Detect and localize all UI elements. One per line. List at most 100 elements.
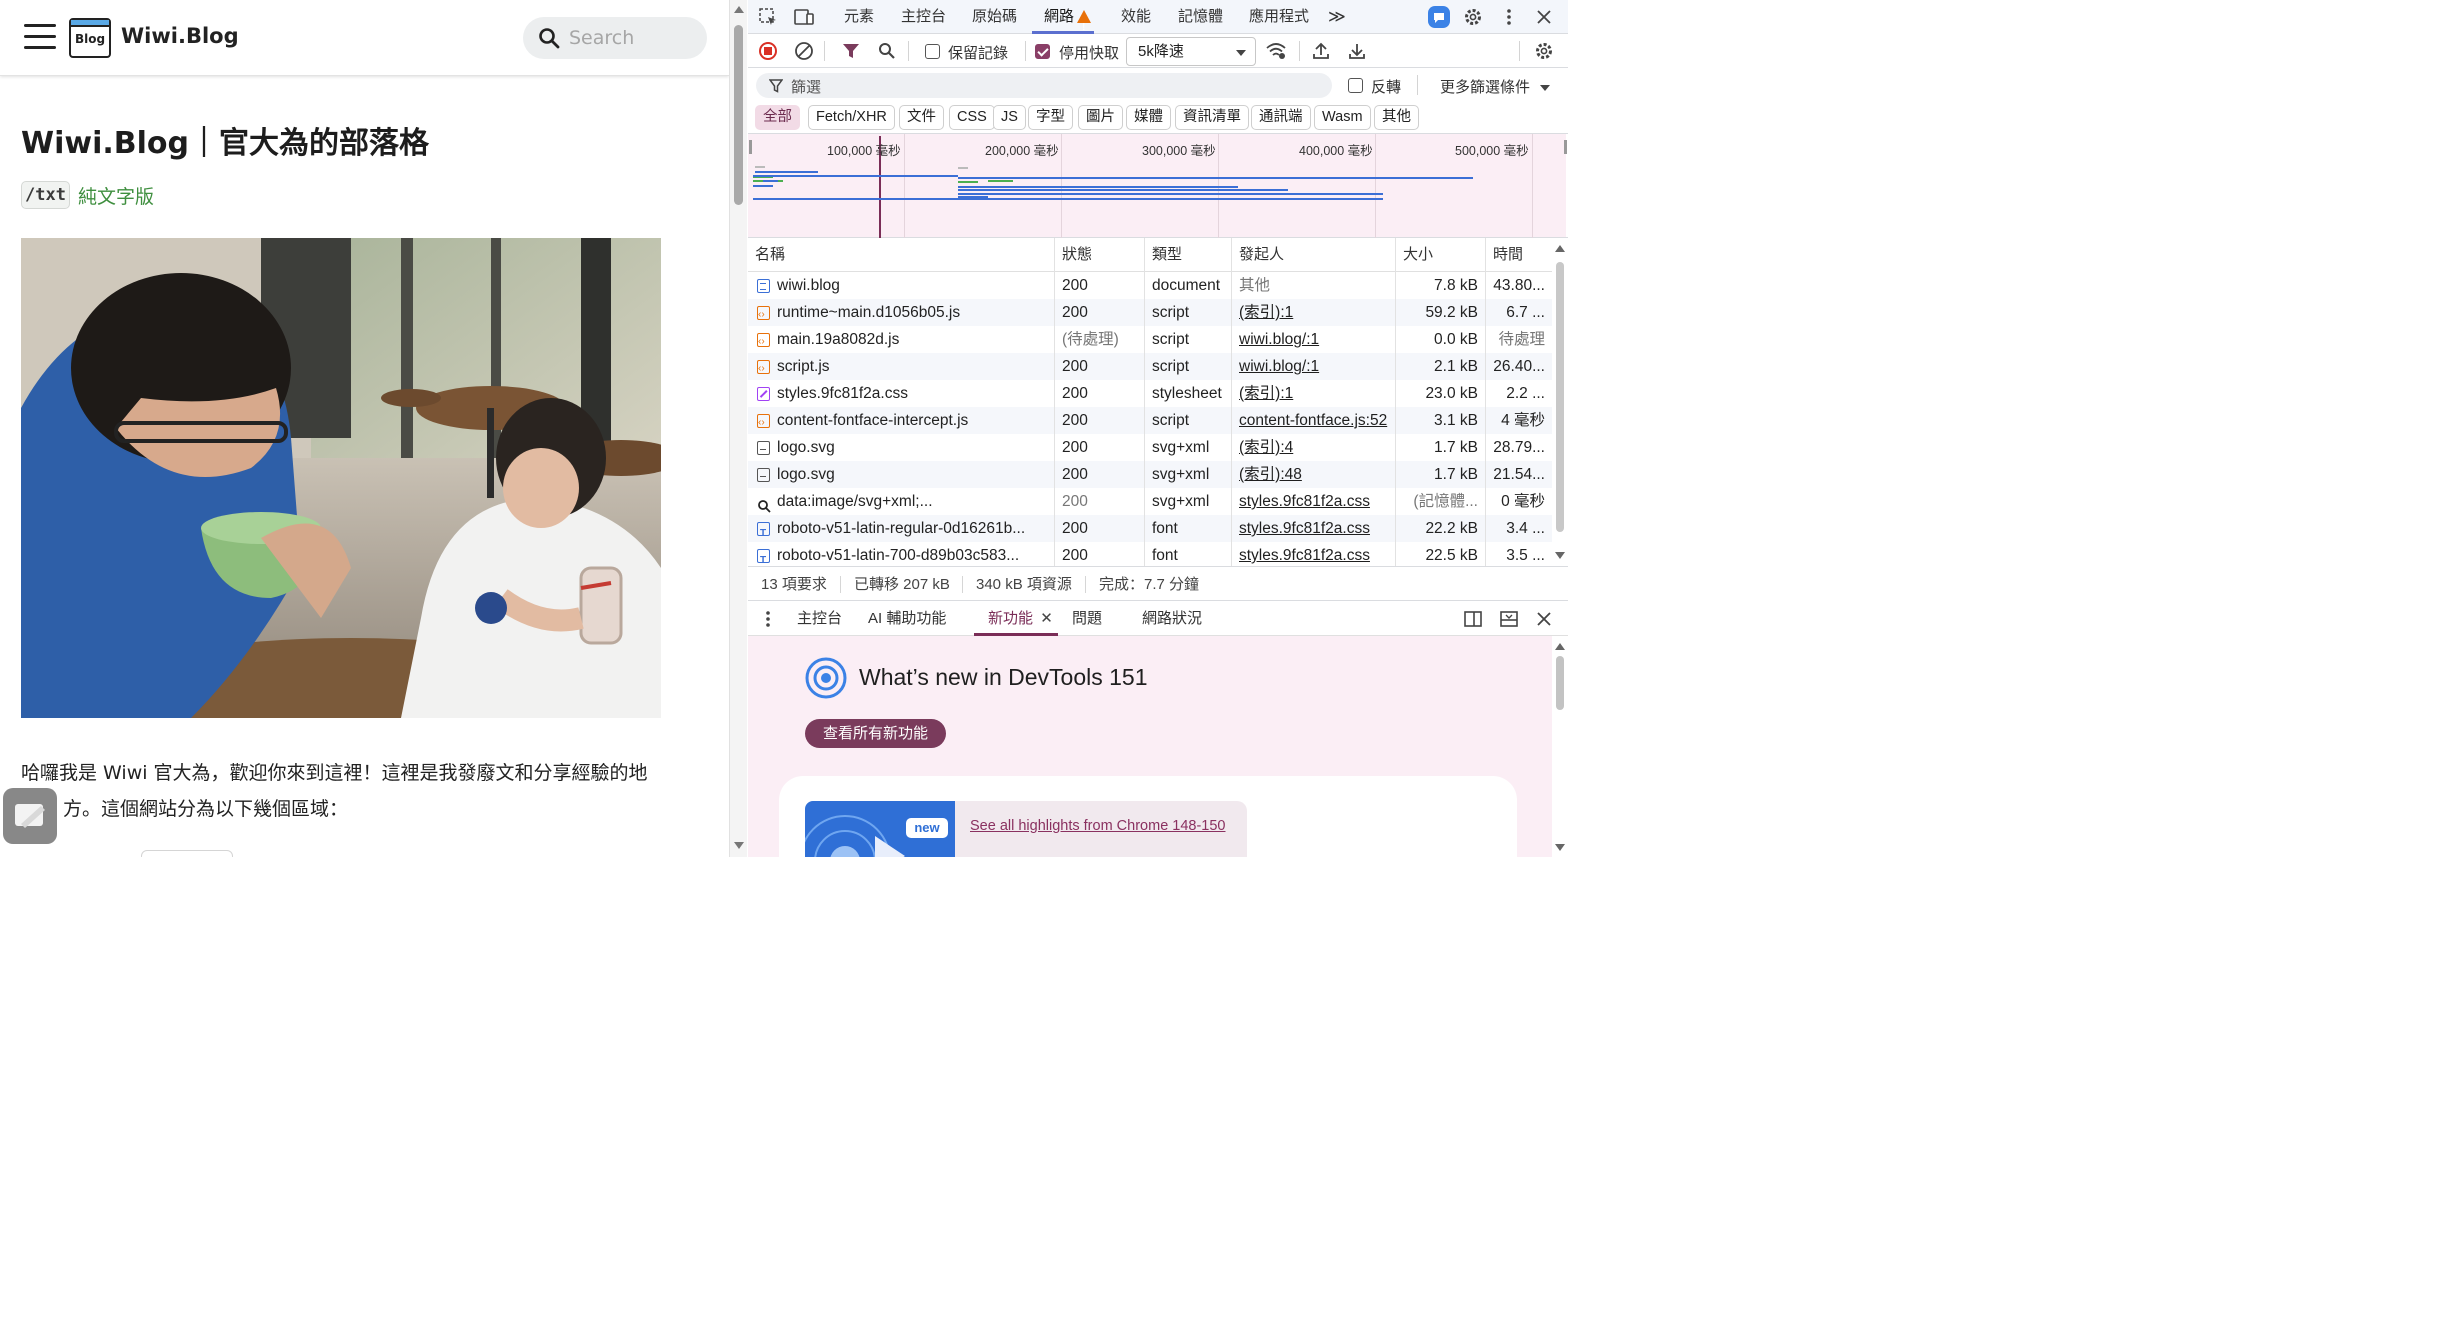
close-tab-icon[interactable]: ✕ xyxy=(1040,610,1053,627)
highlights-link[interactable]: See all highlights from Chrome 148-150 xyxy=(970,818,1226,834)
search-box[interactable] xyxy=(523,17,707,59)
drawer-tab-whats-new[interactable]: 新功能 ✕ xyxy=(988,602,1053,636)
tab-sources[interactable]: 原始碼 xyxy=(972,0,1017,34)
table-row[interactable]: roboto-v51-latin-700-d89b03c583... 200 fon… xyxy=(748,542,1552,566)
more-options-icon[interactable] xyxy=(1497,6,1521,28)
type-filter-fetch-xhr[interactable]: Fetch/XHR xyxy=(808,105,895,130)
cell-initiator[interactable]: styles.9fc81f2a.css xyxy=(1231,488,1395,515)
tab-performance[interactable]: 效能 xyxy=(1121,0,1151,34)
cell-initiator[interactable]: (索引):1 xyxy=(1231,299,1395,326)
table-row[interactable]: styles.9fc81f2a.css 200 stylesheet (索引):1 23… xyxy=(748,380,1552,407)
page-scrollbar[interactable] xyxy=(729,0,747,857)
table-row[interactable]: logo.svg 200 svg+xml (索引):48 1.7 kB 21.54... xyxy=(748,461,1552,488)
invert-label[interactable]: 反轉 xyxy=(1371,76,1401,97)
table-row[interactable]: data:image/svg+xml;... 200 svg+xml styles.9… xyxy=(748,488,1552,515)
table-row[interactable]: content-fontface-intercept.js 200 script co… xyxy=(748,407,1552,434)
drawer-tab-ai-assistance[interactable]: AI 輔助功能 xyxy=(868,602,946,636)
search-input[interactable] xyxy=(569,25,699,51)
issues-badge-icon[interactable] xyxy=(1427,6,1451,28)
cell-initiator[interactable]: wiwi.blog/:1 xyxy=(1231,326,1395,353)
type-text: font xyxy=(1152,547,1178,564)
network-settings-gear-icon[interactable] xyxy=(1532,40,1556,62)
txt-code[interactable]: /txt xyxy=(21,181,70,209)
cell-initiator[interactable]: styles.9fc81f2a.css xyxy=(1231,515,1395,542)
request-table-scrollbar[interactable] xyxy=(1552,238,1568,566)
cell-initiator[interactable]: (索引):4 xyxy=(1231,434,1395,461)
device-toolbar-icon[interactable] xyxy=(792,6,816,28)
record-stop-icon[interactable] xyxy=(756,40,780,62)
tab-network[interactable]: 網路 xyxy=(1044,0,1092,45)
col-status[interactable]: 狀態 xyxy=(1054,238,1144,272)
name-text: roboto-v51-latin-700-d89b03c583... xyxy=(777,547,1020,564)
throttle-select[interactable]: 5k降速 xyxy=(1126,37,1256,66)
site-name[interactable]: Wiwi.Blog xyxy=(121,24,239,48)
more-filters-dropdown[interactable]: 更多篩選條件 xyxy=(1440,76,1551,97)
inspect-element-icon[interactable] xyxy=(756,6,780,28)
disable-cache-label[interactable]: 停用快取 xyxy=(1059,42,1119,63)
tab-memory[interactable]: 記憶體 xyxy=(1178,0,1223,34)
cell-initiator[interactable]: (索引):1 xyxy=(1231,380,1395,407)
tab-console[interactable]: 主控台 xyxy=(901,0,946,34)
table-row[interactable]: roboto-v51-latin-regular-0d16261b... 200 f… xyxy=(748,515,1552,542)
cell-initiator[interactable]: content-fontface.js:52 xyxy=(1231,407,1395,434)
text-version-link[interactable]: /txt 純文字版 xyxy=(21,180,154,210)
table-row[interactable]: logo.svg 200 svg+xml (索引):4 1.7 kB 28.79... xyxy=(748,434,1552,461)
close-drawer-icon[interactable] xyxy=(1532,608,1556,630)
col-initiator[interactable]: 發起人 xyxy=(1231,238,1395,272)
type-filter-img[interactable]: 圖片 xyxy=(1078,105,1123,130)
table-row[interactable]: main.19a8082d.js (待處理) script wiwi.blog/:1 0… xyxy=(748,326,1552,353)
network-overview-timeline[interactable]: 100,000 毫秒 200,000 毫秒 300,000 毫秒 400,000… xyxy=(748,134,1568,238)
type-filter-media[interactable]: 媒體 xyxy=(1126,105,1171,130)
type-filter-js[interactable]: JS xyxy=(993,105,1026,130)
table-row[interactable]: wiwi.blog 200 document 其他 7.8 kB 43.80... xyxy=(748,272,1552,299)
type-filter-css[interactable]: CSS xyxy=(949,105,995,130)
network-conditions-icon[interactable] xyxy=(1264,40,1288,62)
whats-new-title: What’s new in DevTools 151 xyxy=(859,664,1148,690)
drawer-menu-icon[interactable] xyxy=(756,608,780,630)
dock-bottom-icon[interactable] xyxy=(1497,608,1521,630)
type-filter-other[interactable]: 其他 xyxy=(1374,105,1419,130)
cell-initiator[interactable]: styles.9fc81f2a.css xyxy=(1231,542,1395,566)
close-devtools-icon[interactable] xyxy=(1532,6,1556,28)
more-tabs-icon[interactable]: ≫ xyxy=(1328,0,1346,34)
dock-side-icon[interactable] xyxy=(1461,608,1485,630)
table-row[interactable]: runtime~main.d1056b05.js 200 script (索引):1 5… xyxy=(748,299,1552,326)
export-har-icon[interactable] xyxy=(1345,40,1369,62)
col-time[interactable]: 時間 xyxy=(1485,238,1552,272)
type-filter-manifest[interactable]: 資訊清單 xyxy=(1175,105,1249,130)
name-text: main.19a8082d.js xyxy=(777,331,900,348)
search-icon[interactable] xyxy=(875,40,899,62)
cell-initiator[interactable]: (索引):48 xyxy=(1231,461,1395,488)
clear-icon[interactable] xyxy=(792,40,816,62)
import-har-icon[interactable] xyxy=(1309,40,1333,62)
blog-logo[interactable]: Blog xyxy=(69,18,111,58)
tab-application[interactable]: 應用程式 xyxy=(1249,0,1309,34)
type-filter-socket[interactable]: 通訊端 xyxy=(1251,105,1311,130)
type-filter-wasm[interactable]: Wasm xyxy=(1314,105,1371,130)
filter-icon[interactable] xyxy=(839,40,863,62)
col-name[interactable]: 名稱 xyxy=(748,238,1054,272)
tab-elements[interactable]: 元素 xyxy=(844,0,874,34)
menu-icon[interactable] xyxy=(24,24,56,50)
floating-note-button[interactable] xyxy=(3,788,57,844)
drawer-tab-network-conditions[interactable]: 網路狀況 xyxy=(1142,602,1202,636)
filter-input[interactable]: 篩選 xyxy=(756,73,1332,98)
preserve-log-checkbox[interactable] xyxy=(925,44,940,59)
txt-label[interactable]: 純文字版 xyxy=(78,182,154,209)
whats-new-scrollbar[interactable] xyxy=(1552,636,1568,857)
type-filter-all[interactable]: 全部 xyxy=(755,105,800,130)
see-all-features-button[interactable]: 查看所有新功能 xyxy=(805,719,946,748)
drawer-tab-console[interactable]: 主控台 xyxy=(797,602,842,636)
preserve-log-label[interactable]: 保留記錄 xyxy=(948,42,1008,63)
type-filter-doc[interactable]: 文件 xyxy=(899,105,944,130)
invert-checkbox[interactable] xyxy=(1348,78,1363,93)
settings-gear-icon[interactable] xyxy=(1461,6,1485,28)
drawer-tab-issues[interactable]: 問題 xyxy=(1072,602,1102,636)
cell-initiator[interactable]: wiwi.blog/:1 xyxy=(1231,353,1395,380)
col-size[interactable]: 大小 xyxy=(1395,238,1485,272)
table-row[interactable]: script.js 200 script wiwi.blog/:1 2.1 kB 26.4… xyxy=(748,353,1552,380)
video-thumbnail[interactable]: new xyxy=(805,801,955,857)
col-type[interactable]: 類型 xyxy=(1144,238,1231,272)
type-filter-font[interactable]: 字型 xyxy=(1028,105,1073,130)
disable-cache-checkbox[interactable] xyxy=(1035,44,1050,59)
